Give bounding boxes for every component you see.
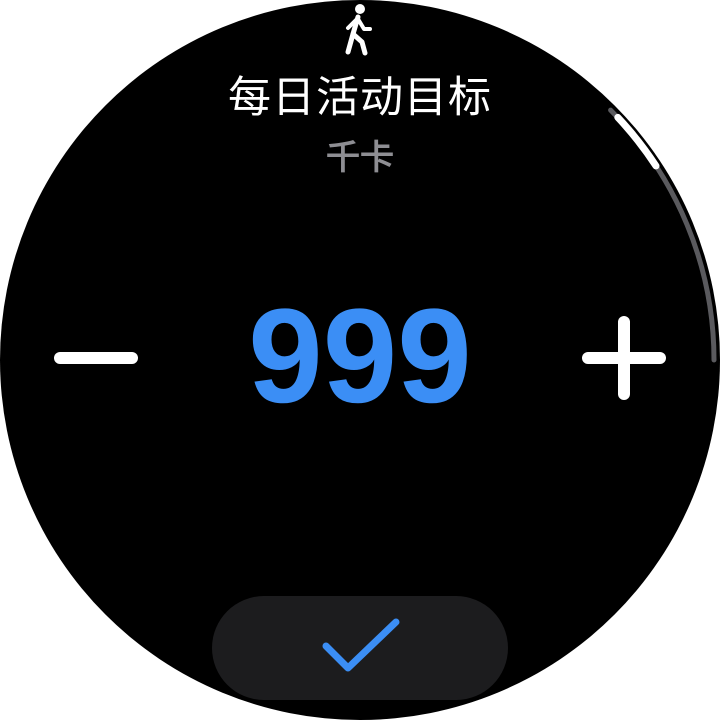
confirm-button[interactable]	[212, 596, 508, 700]
increase-button[interactable]	[572, 306, 676, 410]
unit-label: 千卡	[326, 138, 394, 178]
plus-icon	[582, 316, 666, 400]
walking-person-icon	[345, 4, 372, 56]
checkmark-icon	[322, 618, 400, 672]
screen-title: 每日活动目标	[228, 73, 492, 123]
watch-screen: 每日活动目标 千卡 999	[0, 0, 720, 720]
